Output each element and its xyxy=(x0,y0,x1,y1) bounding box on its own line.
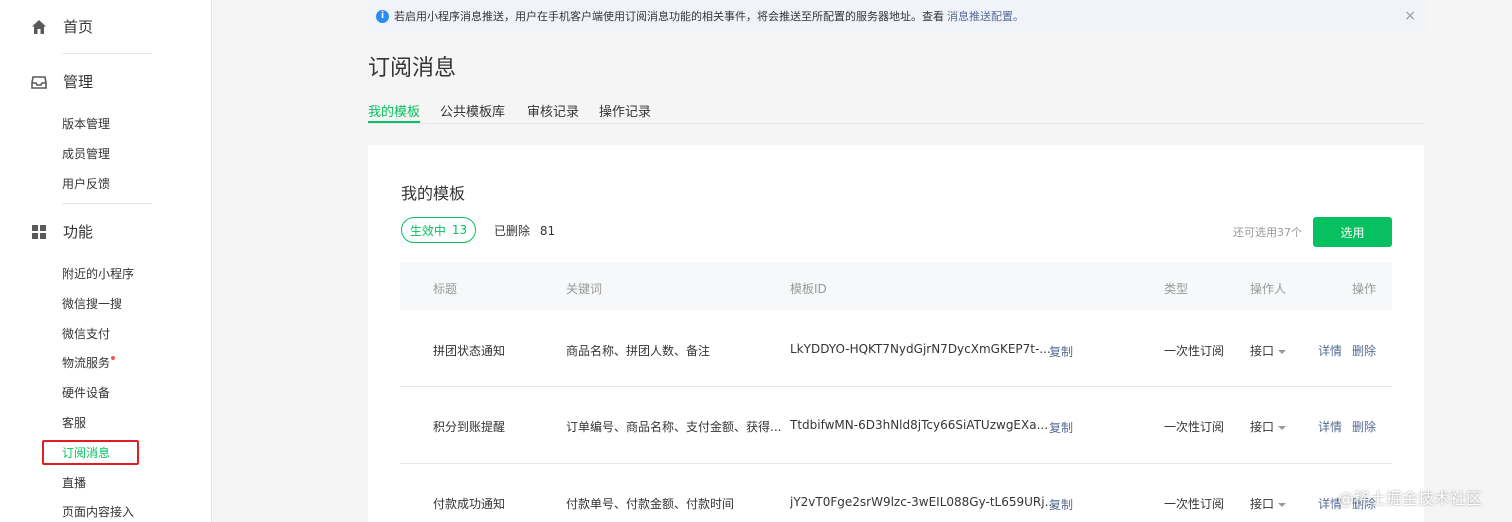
tab-review-records[interactable]: 审核记录 xyxy=(527,101,579,120)
new-dot-icon xyxy=(111,356,116,360)
table-header xyxy=(400,262,1392,310)
card-title: 我的模板 xyxy=(401,184,466,203)
row-type: 一次性订阅 xyxy=(1164,497,1225,511)
th-actions: 操作 xyxy=(1352,282,1377,296)
th-keywords: 关键词 xyxy=(566,282,603,296)
sidebar-item-content[interactable]: 页面内容接入 xyxy=(62,503,134,520)
divider xyxy=(62,203,152,204)
sidebar-item-version[interactable]: 版本管理 xyxy=(62,115,110,132)
row-title: 积分到账提醒 xyxy=(433,420,506,434)
row-divider xyxy=(400,386,1392,387)
row-type: 一次性订阅 xyxy=(1164,420,1225,434)
nav-home-label: 首页 xyxy=(63,18,94,36)
filter-active-label: 生效中 xyxy=(409,223,446,238)
tab-operation-records[interactable]: 操作记录 xyxy=(599,101,651,120)
notice-link[interactable]: 消息推送配置。 xyxy=(947,8,1024,24)
sidebar: 首页 管理 版本管理 成员管理 用户反馈 功能 附近的小程序 微信搜一搜 微信支… xyxy=(0,0,212,522)
tab-public-library[interactable]: 公共模板库 xyxy=(440,101,505,120)
sidebar-item-logistics[interactable]: 物流服务 xyxy=(62,354,116,371)
sidebar-item-live[interactable]: 直播 xyxy=(62,474,86,491)
row-keywords: 商品名称、拼团人数、备注 xyxy=(566,344,711,358)
nav-features-label: 功能 xyxy=(63,223,94,241)
th-title: 标题 xyxy=(433,282,458,296)
row-title: 付款成功通知 xyxy=(433,497,506,511)
caret-down-icon xyxy=(1278,349,1287,354)
row-keywords: 订单编号、商品名称、支付金额、获得... xyxy=(566,420,782,434)
sidebar-item-logistics-label: 物流服务 xyxy=(62,356,111,370)
filter-active[interactable]: 生效中 13 xyxy=(401,217,476,243)
operator-dropdown[interactable]: 接口 xyxy=(1250,495,1287,512)
row-type: 一次性订阅 xyxy=(1164,344,1225,358)
row-template-id: jY2vT0Fge2srW9lzc-3wEIL088Gy-tL659URj... xyxy=(790,495,1057,509)
copy-button[interactable]: 复制 xyxy=(1049,343,1073,360)
watermark: @稀土掘金技术社区 xyxy=(1338,489,1483,508)
page-title: 订阅消息 xyxy=(368,56,457,81)
operator-dropdown[interactable]: 接口 xyxy=(1250,418,1287,435)
caret-down-icon xyxy=(1278,425,1287,430)
notice-text: 若启用小程序消息推送，用户在手机客户端使用订阅消息功能的相关事件，将会推送至所配… xyxy=(394,10,944,23)
operator-dropdown[interactable]: 接口 xyxy=(1250,342,1287,359)
sidebar-item-members[interactable]: 成员管理 xyxy=(62,145,110,162)
template-card xyxy=(368,145,1424,522)
sidebar-item-search[interactable]: 微信搜一搜 xyxy=(62,295,122,312)
nav-manage-label: 管理 xyxy=(63,73,94,91)
tab-my-templates[interactable]: 我的模板 xyxy=(368,101,420,120)
remaining-count: 还可选用37个 xyxy=(1233,226,1302,239)
row-keywords: 付款单号、付款金额、付款时间 xyxy=(566,497,735,511)
filter-deleted[interactable]: 已删除 81 xyxy=(494,222,555,239)
operator-label: 接口 xyxy=(1250,420,1275,434)
nav-manage[interactable]: 管理 xyxy=(30,71,93,92)
caret-down-icon xyxy=(1278,502,1287,507)
row-template-id: TtdbifwMN-6D3hNld8jTcy66SiATUzwgEXa... xyxy=(790,418,1049,432)
row-divider xyxy=(400,463,1392,464)
row-title: 拼团状态通知 xyxy=(433,344,506,358)
info-icon: i xyxy=(376,9,389,23)
filter-active-count: 13 xyxy=(451,223,468,237)
filter-deleted-label: 已删除 xyxy=(494,224,531,238)
row-template-id: LkYDDYO-HQKT7NydGjrN7DycXmGKEP7t-... xyxy=(790,342,1051,356)
inbox-icon xyxy=(30,73,48,91)
delete-link[interactable]: 删除 xyxy=(1352,418,1376,435)
close-icon[interactable]: × xyxy=(1404,8,1416,24)
th-template-id: 模板ID xyxy=(790,282,827,296)
nav-features[interactable]: 功能 xyxy=(30,221,93,242)
sidebar-item-feedback[interactable]: 用户反馈 xyxy=(62,175,110,192)
th-type: 类型 xyxy=(1164,282,1189,296)
highlight-box xyxy=(42,440,139,465)
copy-button[interactable]: 复制 xyxy=(1049,496,1073,513)
sidebar-item-nearby[interactable]: 附近的小程序 xyxy=(62,265,134,282)
home-icon xyxy=(30,18,48,36)
detail-link[interactable]: 详情 xyxy=(1318,342,1342,359)
operator-label: 接口 xyxy=(1250,344,1275,358)
grid-icon xyxy=(30,223,48,241)
select-button[interactable]: 选用 xyxy=(1313,217,1392,247)
divider xyxy=(62,53,152,54)
filter-deleted-count: 81 xyxy=(539,224,556,238)
notice-bar: i 若启用小程序消息推送，用户在手机客户端使用订阅消息功能的相关事件，将会推送至… xyxy=(368,0,1426,32)
nav-home[interactable]: 首页 xyxy=(30,16,93,37)
delete-link[interactable]: 删除 xyxy=(1352,342,1376,359)
sidebar-item-pay[interactable]: 微信支付 xyxy=(62,325,110,342)
copy-button[interactable]: 复制 xyxy=(1049,419,1073,436)
tab-active-indicator xyxy=(368,121,420,123)
sidebar-item-hardware[interactable]: 硬件设备 xyxy=(62,384,110,401)
detail-link[interactable]: 详情 xyxy=(1318,418,1342,435)
th-operator: 操作人 xyxy=(1250,282,1287,296)
sidebar-item-service[interactable]: 客服 xyxy=(62,414,86,431)
operator-label: 接口 xyxy=(1250,497,1275,511)
